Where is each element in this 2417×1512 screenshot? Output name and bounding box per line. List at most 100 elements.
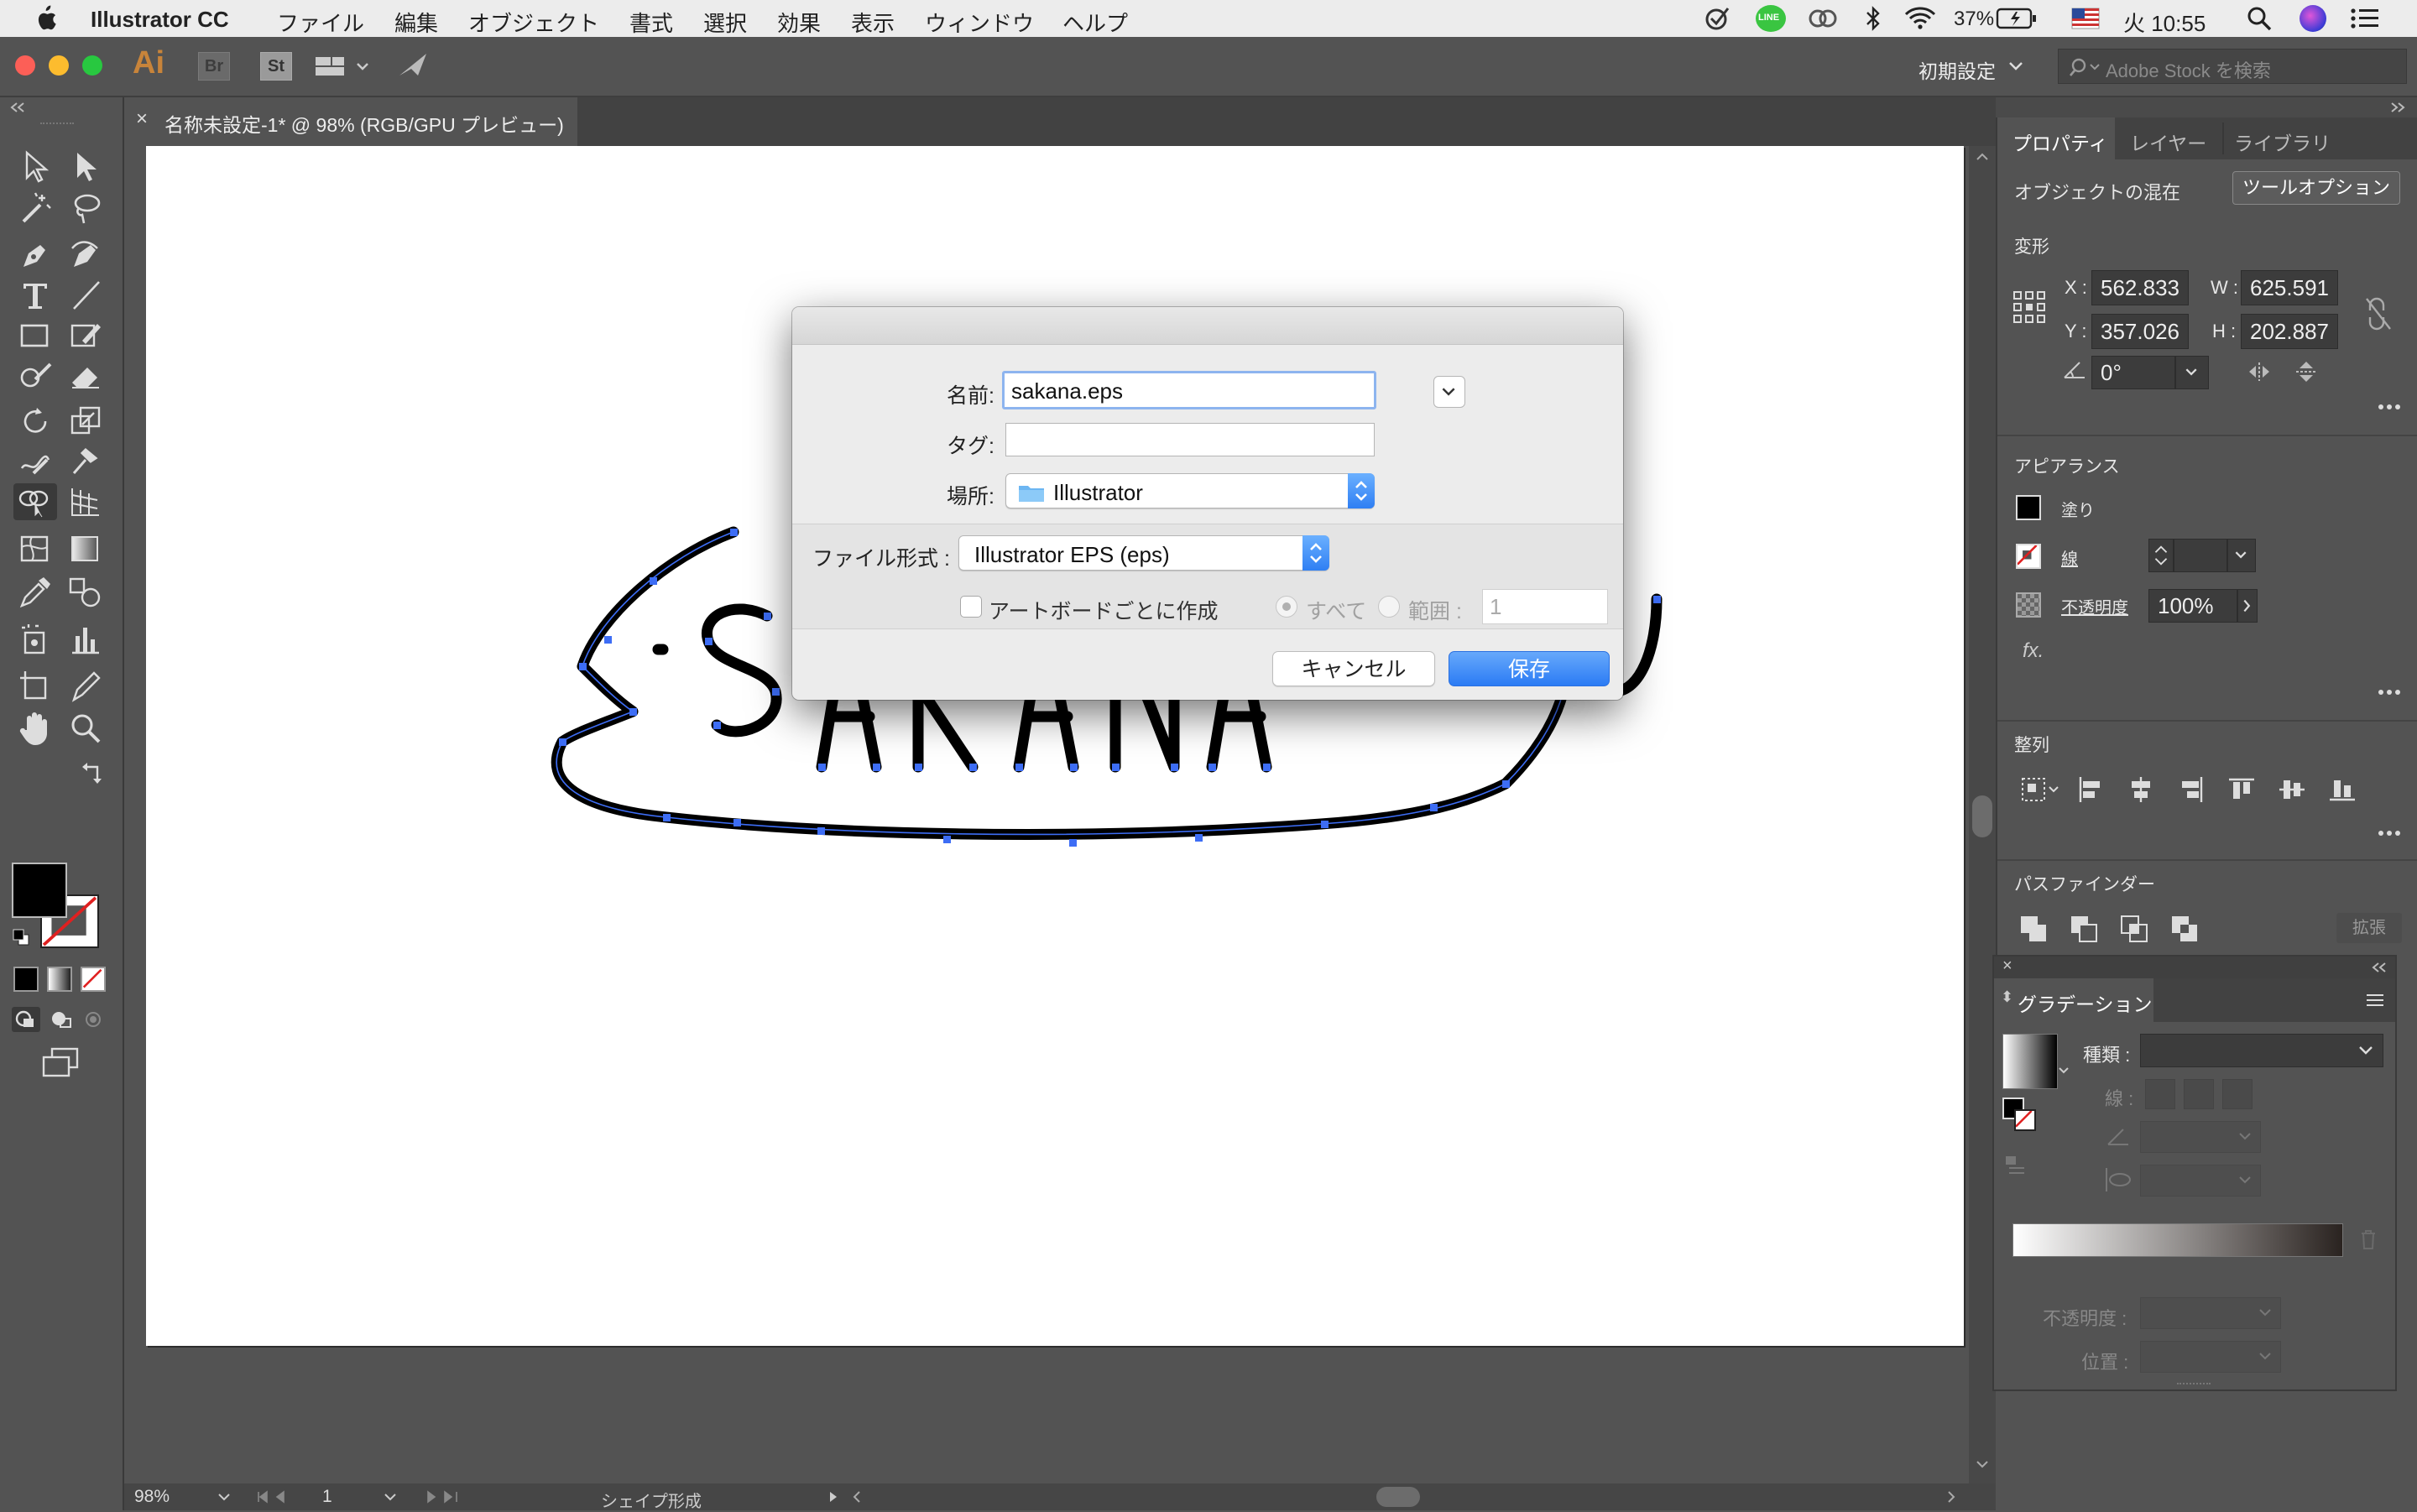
align-right-icon[interactable] <box>2177 775 2206 804</box>
gradient-aspect-field[interactable] <box>2140 1165 2261 1197</box>
shaper-tool[interactable] <box>17 357 54 394</box>
fill-label[interactable]: 塗り <box>2061 497 2095 521</box>
scroll-up-icon[interactable] <box>1976 151 1989 161</box>
gradient-preview-swatch[interactable] <box>2002 1034 2058 1089</box>
status-menu-icon[interactable] <box>827 1490 839 1504</box>
shape-builder-tool[interactable] <box>13 483 57 520</box>
w-field[interactable]: 625.591 <box>2241 270 2338 305</box>
line-icon[interactable]: LINE <box>1756 5 1786 32</box>
tab-properties[interactable]: プロパティ <box>1997 117 2115 159</box>
minimize-window-button[interactable] <box>49 55 69 76</box>
align-top-icon[interactable] <box>2227 775 2256 804</box>
save-button[interactable]: 保存 <box>1449 651 1610 686</box>
scroll-left-icon[interactable] <box>851 1490 863 1504</box>
zoom-level[interactable]: 98% <box>134 1487 170 1507</box>
transform-more-icon[interactable] <box>2377 403 2402 411</box>
angle-field[interactable]: 0° <box>2091 356 2175 389</box>
location-stepper[interactable] <box>1348 473 1375 508</box>
tool-options-button[interactable]: ツールオプション <box>2232 171 2400 205</box>
opacity-slider-button[interactable] <box>2237 589 2258 623</box>
magic-wand-tool[interactable] <box>17 190 54 227</box>
gradient-angle-field[interactable] <box>2140 1121 2261 1153</box>
puppet-warp-tool[interactable] <box>67 443 104 480</box>
align-more-icon[interactable] <box>2377 829 2402 837</box>
collapse-toolbar-icon[interactable] <box>7 101 29 114</box>
appearance-more-icon[interactable] <box>2377 688 2402 696</box>
tags-input[interactable] <box>1005 423 1375 456</box>
stroke-along-button[interactable] <box>2184 1079 2214 1109</box>
range-radio[interactable] <box>1378 596 1400 618</box>
bridge-button[interactable]: Br <box>198 52 230 81</box>
mesh-tool[interactable] <box>17 530 54 567</box>
resize-grip[interactable] <box>2177 1383 2211 1389</box>
fx-icon[interactable]: fx. <box>2023 639 2044 663</box>
notification-center-icon[interactable] <box>2350 7 2380 30</box>
gradient-presets-chevron-icon[interactable] <box>2058 1066 2070 1076</box>
reverse-gradient-icon[interactable] <box>2004 1155 2029 1180</box>
y-field[interactable]: 357.026 <box>2091 314 2189 349</box>
toolbar-grip[interactable] <box>40 123 74 128</box>
type-tool[interactable] <box>17 277 54 314</box>
document-tab[interactable]: × 名称未設定-1* @ 98% (RGB/GPU プレビュー) <box>124 97 577 146</box>
creative-cloud-icon[interactable] <box>1806 7 1840 30</box>
per-artboard-checkbox[interactable] <box>960 596 982 618</box>
stroke-label[interactable]: 線 <box>2061 545 2078 570</box>
first-previous-artboard-icon[interactable] <box>255 1489 305 1505</box>
pathfinder-intersect-icon[interactable] <box>2120 915 2150 943</box>
gradient-mode-button[interactable] <box>47 967 72 992</box>
pathfinder-minus-front-icon[interactable] <box>2070 915 2100 943</box>
fill-swatch[interactable] <box>2016 495 2041 520</box>
close-document-icon[interactable]: × <box>136 107 148 131</box>
h-field[interactable]: 202.887 <box>2241 314 2338 349</box>
gradient-panel-titlebar[interactable]: × <box>1994 957 2395 978</box>
siri-icon[interactable] <box>2300 5 2326 32</box>
range-input[interactable]: 1 <box>1482 589 1608 624</box>
warp-tool[interactable] <box>17 443 54 480</box>
wifi-icon[interactable] <box>1903 5 1937 30</box>
flip-vertical-icon[interactable] <box>2294 359 2318 384</box>
align-to-icon[interactable] <box>2019 775 2061 804</box>
expand-dialog-button[interactable] <box>1433 376 1465 408</box>
gradient-stroke-swatch[interactable] <box>2014 1109 2036 1131</box>
collapse-gradient-panel-icon[interactable] <box>2370 961 2388 974</box>
pathfinder-expand-button[interactable]: 拡張 <box>2336 913 2402 943</box>
format-popup[interactable]: Illustrator EPS (eps) <box>958 535 1329 571</box>
per-artboard-label[interactable]: アートボードごとに作成 <box>989 595 1219 625</box>
app-menu[interactable]: Illustrator CC <box>91 7 229 33</box>
stock-search-input[interactable]: Adobe Stock を検索 <box>2058 49 2407 84</box>
blend-tool[interactable] <box>67 574 104 611</box>
draw-inside-button[interactable] <box>81 1007 106 1032</box>
perspective-grid-tool[interactable] <box>67 483 104 520</box>
curvature-tool[interactable] <box>67 237 104 274</box>
rotate-tool[interactable] <box>17 403 54 440</box>
selection-tool[interactable] <box>17 148 54 185</box>
tab-layers[interactable]: レイヤー <box>2130 128 2206 156</box>
opacity-field[interactable]: 100% <box>2148 589 2237 623</box>
workspace-chevron-down-icon[interactable] <box>2007 60 2024 72</box>
align-horizontal-center-icon[interactable] <box>2127 775 2155 804</box>
gpu-performance-icon[interactable] <box>396 50 430 81</box>
collapse-panels-icon[interactable] <box>2388 101 2407 114</box>
cancel-button[interactable]: キャンセル <box>1272 651 1435 686</box>
pathfinder-exclude-icon[interactable] <box>2170 915 2200 943</box>
opacity-label[interactable]: 不透明度 <box>2061 594 2128 618</box>
slice-tool[interactable] <box>67 668 104 705</box>
draw-behind-button[interactable] <box>47 1007 76 1032</box>
zoom-tool[interactable] <box>67 710 104 747</box>
tab-gradient[interactable]: ⬍ グラデーション <box>1994 978 2153 1022</box>
apple-icon[interactable] <box>34 5 57 32</box>
column-graph-tool[interactable] <box>67 621 104 658</box>
stroke-weight-stepper[interactable] <box>2148 539 2174 572</box>
document-tab-title[interactable]: 名称未設定-1* @ 98% (RGB/GPU プレビュー) <box>164 109 564 138</box>
menu-window[interactable]: ウィンドウ <box>925 7 1034 38</box>
fill-color-swatch[interactable] <box>12 863 67 918</box>
clock[interactable]: 火 10:55 <box>2123 7 2206 38</box>
zoom-chevron-down-icon[interactable] <box>217 1492 232 1504</box>
align-vertical-center-icon[interactable] <box>2278 775 2306 804</box>
gradient-slider[interactable] <box>2012 1223 2343 1257</box>
task-check-icon[interactable] <box>1704 5 1732 32</box>
artboard-chevron-down-icon[interactable] <box>383 1492 398 1504</box>
menu-type[interactable]: 書式 <box>629 7 673 38</box>
menu-effect[interactable]: 効果 <box>777 7 821 38</box>
file-name-input[interactable]: sakana.eps <box>1002 371 1376 409</box>
